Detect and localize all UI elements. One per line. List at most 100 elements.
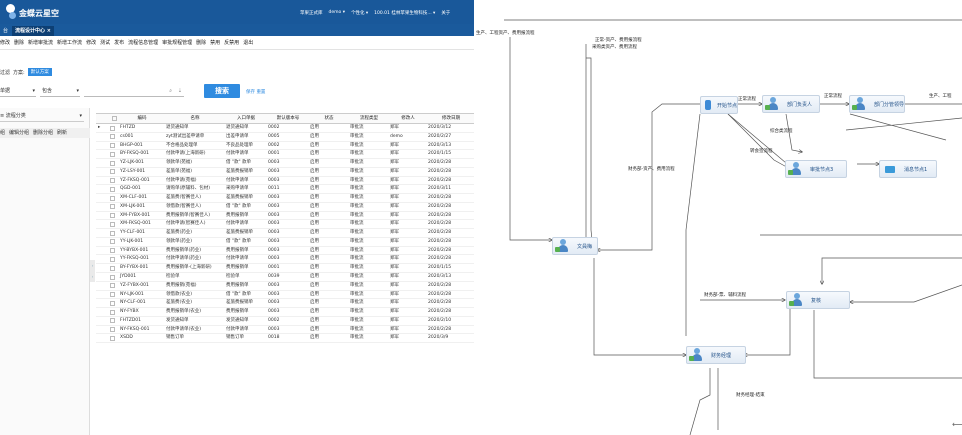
row-checkbox[interactable] [106, 238, 118, 246]
row-checkbox[interactable] [106, 247, 118, 255]
table-row[interactable]: FHTZD01 发货通知单 发货通知单 0002 启用 审批流 郑军 2020/2/10 [96, 317, 474, 326]
row-checkbox[interactable] [106, 282, 118, 290]
table-row[interactable]: YY-LJK-001 领款单(药业) 借 "款" 款单 0003 启用 审批流 郑军 2020… [96, 238, 474, 247]
menu-item[interactable]: 删除 [196, 39, 206, 46]
category-select[interactable]: ≡ 流程分类 ▾ [0, 112, 84, 122]
row-checkbox[interactable] [106, 220, 118, 228]
menu-item[interactable]: 修改 [0, 39, 10, 46]
row-checkbox[interactable] [106, 299, 118, 307]
tab-flow-design-center[interactable]: 流程设计中心 × [12, 26, 54, 36]
row-checkbox[interactable] [106, 185, 118, 193]
menu-item[interactable]: 退出 [243, 39, 253, 46]
flow-node-start[interactable]: 开始节点 [700, 96, 738, 114]
table-row[interactable]: NY-LJK-001 领借款(农业) 借 "款" 款单 0003 启用 审批流 郑军 2020… [96, 291, 474, 300]
menu-item[interactable]: 修改 [86, 39, 96, 46]
menu-item[interactable]: 测试 [100, 39, 110, 46]
flow-node-cashier[interactable]: 文員梅 [552, 237, 598, 255]
row-checkbox[interactable] [106, 264, 118, 272]
delete-group-button[interactable]: 删除分组 [33, 128, 53, 138]
menu-item[interactable]: 禁用 [210, 39, 220, 46]
header-cell[interactable]: 编码 [118, 114, 164, 123]
menu-item[interactable]: 流程信息管理 [128, 39, 158, 46]
search-input[interactable]: ⌕ ⇣ [84, 86, 184, 97]
header-cell[interactable]: 默认版本号 [266, 114, 308, 123]
row-checkbox[interactable] [106, 203, 118, 211]
row-checkbox[interactable] [106, 308, 118, 316]
about-link[interactable]: 关于 [441, 10, 450, 16]
header-cell[interactable]: 入口单据 [224, 114, 266, 123]
refresh-button[interactable]: 刷新 [57, 128, 67, 138]
field-select[interactable]: 单据 ▾ [0, 86, 36, 97]
row-checkbox[interactable] [106, 133, 118, 141]
row-checkbox[interactable] [106, 291, 118, 299]
edit-group-button[interactable]: 编辑分组 [9, 128, 29, 138]
table-row[interactable]: YY-CLF-001 差旅费(药业) 差旅费报销单 0003 启用 审批流 郑军 2020/2… [96, 229, 474, 238]
search-icon[interactable]: ⌕ [169, 86, 172, 96]
flow-node-review[interactable]: 复核 [786, 291, 850, 309]
filter-label[interactable]: 过滤 [0, 69, 10, 76]
save-link[interactable]: 保存 [246, 90, 255, 95]
row-checkbox[interactable] [106, 159, 118, 167]
table-row[interactable]: YY-BYBX-001 费用报销单(药业) 费用报销单 0003 启用 审批流 郑军 2020… [96, 247, 474, 256]
menu-item[interactable]: 删除 [14, 39, 24, 46]
header-cell[interactable]: 修改人 [388, 114, 426, 123]
header-cell[interactable]: 流程类型 [348, 114, 388, 123]
row-checkbox[interactable] [106, 317, 118, 325]
row-checkbox[interactable] [106, 255, 118, 263]
table-row[interactable]: XM-LJK-001 领借款(智赛佳人) 借 "款" 款单 0003 启用 审批流 郑军 20… [96, 203, 474, 212]
table-row[interactable]: NY-FYBX 费用报销单(农业) 费用报销单 0003 启用 审批流 郑军 2020/2/2… [96, 308, 474, 317]
table-row[interactable]: YZ-LJK-001 领款单(苑福) 借 "款" 款单 0003 启用 审批流 郑军 2020… [96, 159, 474, 168]
operator-select[interactable]: 包含 ▾ [40, 86, 80, 97]
flow-node-dept-head[interactable]: 部门负责人 [762, 95, 820, 113]
tab-workbench[interactable]: 台 [0, 26, 11, 36]
flow-node-finance-manager[interactable]: 财务经理 [686, 346, 746, 364]
table-row[interactable]: YZ-FKSQ-001 付款申请(苑福) 付款申请单 0003 启用 审批流 郑军 2020/… [96, 177, 474, 186]
scheme-default-button[interactable]: 默认方案 [27, 68, 52, 76]
row-checkbox[interactable] [106, 273, 118, 281]
row-checkbox[interactable] [106, 150, 118, 158]
flow-node-notify[interactable]: 消息节点1 [879, 160, 937, 178]
scroll-left-icon[interactable]: ⟵ [952, 420, 962, 429]
row-checkbox[interactable] [106, 124, 118, 132]
menu-item[interactable]: 发布 [114, 39, 124, 46]
menu-item[interactable]: 审批规程管理 [162, 39, 192, 46]
table-row[interactable]: YZ-FYBX-001 费用报销(苑福) 费用报销单 0003 启用 审批流 郑军 2020/… [96, 282, 474, 291]
menu-item[interactable]: 新增工作流 [57, 39, 82, 46]
table-row[interactable]: YY-FKSQ-001 付款申请单(药业) 付款申请单 0003 启用 审批流 郑军 2020… [96, 255, 474, 265]
table-row[interactable]: XM-CLF-001 差旅费(智赛佳人) 差旅费报销单 0003 启用 审批流 郑军 2020… [96, 194, 474, 203]
table-row[interactable]: XM-FKSQ-001 付款申请(智赛佳人) 付款申请单 0003 启用 审批流 郑军 202… [96, 220, 474, 230]
menu-item[interactable]: 新增审批流 [28, 39, 53, 46]
menu-item[interactable]: 反禁用 [224, 39, 239, 46]
header-cell[interactable]: 名称 [164, 114, 224, 123]
org-menu[interactable]: 100.01 桂林苹果生物科技... ▾ [374, 10, 435, 16]
add-group-button[interactable]: 组 [0, 128, 5, 138]
table-row[interactable]: NY-CLF-001 差旅费(农业) 差旅费报销单 0003 启用 审批流 郑军 2020/2… [96, 299, 474, 309]
more-icon[interactable]: ⇣ [178, 86, 182, 96]
table-row[interactable]: BHGP-001 不合格品处理单 不良品处理单 0002 启用 审批流 郑军 2020/3/1… [96, 142, 474, 151]
splitter-toggle[interactable]: › ‹ [90, 260, 95, 282]
table-row[interactable]: ▸ FHTZD 退货通知单 退货通知单 0002 启用 审批流 郑军 2020/3/12 [96, 124, 474, 133]
personalize-menu[interactable]: 个性化 ▾ [351, 10, 368, 16]
row-checkbox[interactable] [106, 194, 118, 202]
flow-node-approve3[interactable]: 审批节点3 [785, 160, 847, 178]
row-checkbox[interactable] [106, 229, 118, 237]
search-button[interactable]: 搜索 [204, 84, 240, 98]
table-row[interactable]: QGD-001 请购单(原辅料、包材) 采购申请单 0011 启用 审批流 郑军 2020/3… [96, 185, 474, 195]
row-checkbox[interactable] [106, 177, 118, 185]
row-checkbox[interactable] [106, 326, 118, 334]
table-row[interactable]: cs001 zyt测试出差申请单 出差申请单 0005 启用 审批流 demo 2020/2/… [96, 133, 474, 142]
row-checkbox[interactable] [106, 212, 118, 220]
row-checkbox[interactable] [106, 142, 118, 150]
row-checkbox[interactable] [106, 334, 118, 342]
header-cell[interactable]: 状态 [308, 114, 348, 123]
table-row[interactable]: NY-FKSQ-001 付款申请单(农业) 付款申请单 0003 启用 审批流 郑军 2020… [96, 326, 474, 335]
table-row[interactable]: BY-FKSQ-001 付款申请(上海新研) 付款申请单 0001 启用 审批流 郑军 202… [96, 150, 474, 160]
table-row[interactable]: XSDD 销售订单 销售订单 0018 启用 审批流 郑军 2020/3/9 [96, 334, 474, 344]
select-all-checkbox[interactable] [106, 114, 118, 123]
table-row[interactable]: XM-FYBX-001 费用报销单(智赛佳人) 费用报销单 0003 启用 审批流 郑军 20… [96, 212, 474, 221]
table-row[interactable]: BY-FYBX-001 费用报销单-(上海新研) 费用报销单 0001 启用 审批流 郑军 2… [96, 264, 474, 274]
table-row[interactable]: JYD001 检验单 检验单 0039 启用 审批流 郑军 2020/3/13 [96, 273, 474, 282]
header-cell[interactable]: 修改日期 [426, 114, 474, 123]
flow-node-dept-manager[interactable]: 部门分管领导 [849, 95, 905, 113]
table-row[interactable]: YZ-LSY-001 差旅单(苑福) 差旅费报销单 0003 启用 审批流 郑军 2020/2… [96, 168, 474, 177]
